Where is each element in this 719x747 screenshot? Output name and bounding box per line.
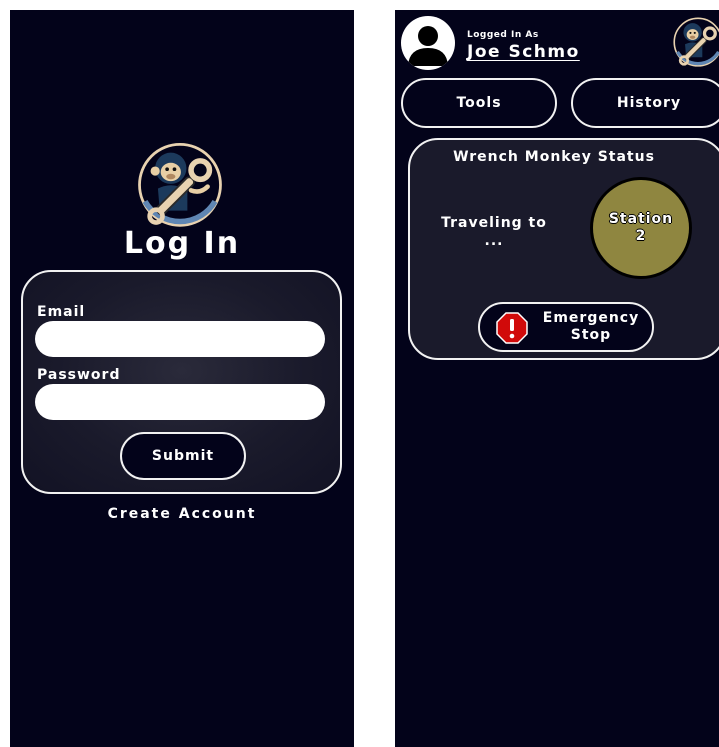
password-label: Password: [37, 367, 121, 383]
email-label: Email: [37, 304, 86, 320]
status-screen: Logged In As Joe Schmo Tools History Wre…: [395, 10, 719, 747]
submit-button[interactable]: Submit: [120, 432, 246, 480]
email-field[interactable]: [35, 321, 325, 357]
station-indicator: Station 2: [593, 180, 689, 276]
status-card: Wrench Monkey Status Traveling to ... St…: [408, 138, 719, 360]
create-account-link[interactable]: Create Account: [10, 506, 354, 522]
tools-button[interactable]: Tools: [401, 78, 557, 128]
user-avatar-icon: [408, 26, 448, 66]
history-button[interactable]: History: [571, 78, 719, 128]
wrench-monkey-logo: [138, 142, 222, 227]
avatar[interactable]: [401, 16, 455, 70]
page-title: Log In: [123, 226, 241, 261]
login-screen: Log In Email Password Submit Create Acco…: [10, 10, 354, 747]
wrench-monkey-logo: [673, 17, 719, 67]
emergency-stop-button[interactable]: Emergency Stop: [478, 302, 654, 352]
user-name[interactable]: Joe Schmo: [467, 42, 580, 62]
logged-in-label: Logged In As: [467, 30, 539, 40]
emergency-stop-label: Emergency Stop: [542, 310, 640, 343]
exclamation-octagon-icon: [496, 312, 528, 344]
status-card-title: Wrench Monkey Status: [453, 149, 655, 165]
station-label: Station 2: [608, 211, 674, 244]
travel-status-text: Traveling to ...: [441, 215, 547, 249]
password-field[interactable]: [35, 384, 325, 420]
